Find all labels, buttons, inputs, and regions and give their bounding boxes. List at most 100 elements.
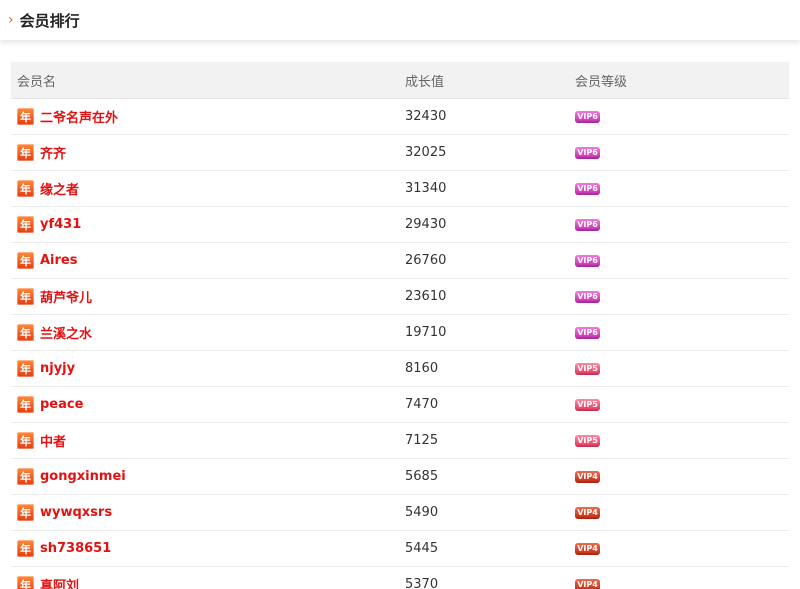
member-level-cell: VIP6 [575,290,789,303]
vip-level-badge-icon: VIP6 [575,326,600,339]
member-level-cell: VIP6 [575,326,789,339]
member-name-link[interactable]: 葫芦爷儿 [40,287,92,306]
table-row: 年 peace 7470 VIP5 [11,387,789,423]
growth-value: 26760 [405,253,447,268]
member-name-cell: 年 peace [11,396,405,413]
table-row: 年 njyjy 8160 VIP5 [11,351,789,387]
panel-header: › 会员排行 [0,0,800,40]
annual-member-badge-icon: 年 [17,288,34,305]
growth-value: 31340 [405,181,447,196]
member-name-link[interactable]: 中者 [40,431,66,450]
table-row: 年 Aires 26760 VIP6 [11,243,789,279]
member-name-cell: 年缘之者 [11,179,405,198]
growth-value: 23610 [405,289,447,304]
table-row: 年 wywqxsrs 5490 VIP4 [11,495,789,531]
growth-value: 32430 [405,109,447,124]
annual-member-badge-icon: 年 [17,576,34,589]
vip-level-badge-icon: VIP4 [575,578,600,589]
annual-member-badge-icon: 年 [17,504,34,521]
member-level-cell: VIP5 [575,398,789,411]
growth-value: 5685 [405,469,439,484]
member-name-cell: 年兰溪之水 [11,323,405,342]
annual-member-badge-icon: 年 [17,180,34,197]
table-row: 年二爷名声在外 32430 VIP6 [11,99,789,135]
member-name-link[interactable]: gongxinmei [40,469,126,484]
member-name-link[interactable]: 二爷名声在外 [40,107,118,126]
member-name-cell: 年 wywqxsrs [11,504,405,521]
member-name-cell: 年二爷名声在外 [11,107,405,126]
member-level-cell: VIP4 [575,506,789,519]
member-level-cell: VIP6 [575,182,789,195]
member-level-cell: VIP4 [575,542,789,555]
growth-value: 5490 [405,505,439,520]
member-level-cell: VIP5 [575,434,789,447]
annual-member-badge-icon: 年 [17,540,34,557]
member-name-link[interactable]: yf431 [40,217,81,232]
vip-level-badge-icon: VIP6 [575,146,600,159]
vip-level-badge-icon: VIP5 [575,362,600,375]
member-name-cell: 年葫芦爷儿 [11,287,405,306]
annual-member-badge-icon: 年 [17,396,34,413]
vip-level-badge-icon: VIP4 [575,506,600,519]
growth-value: 7125 [405,433,439,448]
vip-level-badge-icon: VIP6 [575,254,600,267]
member-name-link[interactable]: njyjy [40,361,75,376]
member-name-link[interactable]: Aires [40,253,77,268]
annual-member-badge-icon: 年 [17,468,34,485]
member-name-cell: 年齐齐 [11,143,405,162]
annual-member-badge-icon: 年 [17,324,34,341]
growth-value: 5370 [405,577,439,589]
growth-value: 7470 [405,397,439,412]
member-level-cell: VIP6 [575,218,789,231]
table-row: 年 gongxinmei 5685 VIP4 [11,459,789,495]
member-name-link[interactable]: sh738651 [40,541,111,556]
member-name-cell: 年 Aires [11,252,405,269]
member-name-link[interactable]: 齐齐 [40,143,66,162]
member-level-cell: VIP4 [575,578,789,589]
member-ranking-panel: › 会员排行 会员名 成长值 会员等级 年二爷名声在外 32430 VIP6 年齐齐 3… [0,0,800,589]
member-name-cell: 年中者 [11,431,405,450]
annual-member-badge-icon: 年 [17,216,34,233]
vip-level-badge-icon: VIP5 [575,434,600,447]
vip-level-badge-icon: VIP5 [575,398,600,411]
table-row: 年齐齐 32025 VIP6 [11,135,789,171]
chevron-right-icon: › [8,12,14,28]
member-level-cell: VIP4 [575,470,789,483]
member-level-cell: VIP6 [575,110,789,123]
growth-value: 19710 [405,325,447,340]
annual-member-badge-icon: 年 [17,252,34,269]
member-name-cell: 年 njyjy [11,360,405,377]
vip-level-badge-icon: VIP6 [575,110,600,123]
table-row: 年兰溪之水 19710 VIP6 [11,315,789,351]
annual-member-badge-icon: 年 [17,144,34,161]
annual-member-badge-icon: 年 [17,108,34,125]
growth-value: 32025 [405,145,447,160]
vip-level-badge-icon: VIP6 [575,182,600,195]
ranking-table: 会员名 成长值 会员等级 年二爷名声在外 32430 VIP6 年齐齐 32025 VIP… [11,62,789,589]
member-name-cell: 年 sh738651 [11,540,405,557]
vip-level-badge-icon: VIP4 [575,542,600,555]
member-level-cell: VIP6 [575,146,789,159]
table-row: 年真阿刘 5370 VIP4 [11,567,789,589]
member-name-link[interactable]: peace [40,397,83,412]
table-row: 年 yf431 29430 VIP6 [11,207,789,243]
panel-title: 会员排行 [19,11,80,30]
table-row: 年缘之者 31340 VIP6 [11,171,789,207]
member-name-link[interactable]: 兰溪之水 [40,323,92,342]
member-name-cell: 年真阿刘 [11,575,405,589]
table-row: 年 sh738651 5445 VIP4 [11,531,789,567]
vip-level-badge-icon: VIP6 [575,290,600,303]
table-row: 年葫芦爷儿 23610 VIP6 [11,279,789,315]
annual-member-badge-icon: 年 [17,432,34,449]
member-name-cell: 年 yf431 [11,216,405,233]
table-row: 年中者 7125 VIP5 [11,423,789,459]
member-name-link[interactable]: wywqxsrs [40,505,112,520]
member-name-link[interactable]: 缘之者 [40,179,79,198]
member-name-link[interactable]: 真阿刘 [40,575,79,589]
table-header: 会员名 成长值 会员等级 [11,62,789,99]
member-name-cell: 年 gongxinmei [11,468,405,485]
column-header-growth: 成长值 [405,74,445,90]
vip-level-badge-icon: VIP6 [575,218,600,231]
growth-value: 5445 [405,541,439,556]
growth-value: 29430 [405,217,447,232]
